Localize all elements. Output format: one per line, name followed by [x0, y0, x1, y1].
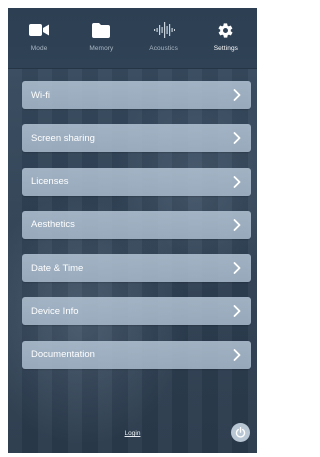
power-icon — [235, 427, 246, 438]
chevron-right-icon — [232, 261, 242, 275]
menu-item-device-info[interactable]: Device Info — [22, 297, 251, 326]
tab-mode-label: Mode — [30, 45, 48, 52]
menu-item-screen-sharing[interactable]: Screen sharing — [22, 124, 251, 153]
chevron-right-icon — [232, 88, 242, 102]
chevron-right-icon — [232, 348, 242, 362]
settings-menu: Wi-fi Screen sharing Licenses Aesthetics… — [22, 81, 251, 384]
settings-screen: Mode Memory Acoustics Settings Wi-fi Scr… — [8, 8, 257, 453]
menu-item-label: Licenses — [31, 176, 69, 188]
tab-memory-label: Memory — [89, 45, 114, 52]
tab-mode[interactable]: Mode — [8, 8, 70, 68]
login-link[interactable]: Login — [8, 430, 257, 437]
power-button[interactable] — [231, 423, 250, 442]
menu-item-label: Documentation — [31, 349, 95, 361]
chevron-right-icon — [232, 131, 242, 145]
top-navigation: Mode Memory Acoustics Settings — [8, 8, 257, 69]
menu-item-label: Date & Time — [31, 262, 84, 274]
menu-item-label: Aesthetics — [31, 219, 75, 231]
tab-settings[interactable]: Settings — [195, 8, 257, 68]
tab-acoustics[interactable]: Acoustics — [133, 8, 195, 68]
tab-memory[interactable]: Memory — [70, 8, 132, 68]
menu-item-date-time[interactable]: Date & Time — [22, 254, 251, 283]
tab-settings-label: Settings — [213, 45, 239, 52]
gear-icon — [215, 20, 237, 40]
chevron-right-icon — [232, 304, 242, 318]
waveform-icon — [153, 20, 175, 40]
folder-icon — [90, 20, 112, 40]
chevron-right-icon — [232, 175, 242, 189]
menu-item-label: Screen sharing — [31, 132, 95, 144]
menu-item-label: Wi-fi — [31, 89, 50, 101]
menu-item-licenses[interactable]: Licenses — [22, 167, 251, 196]
menu-item-label: Device Info — [31, 305, 79, 317]
menu-item-wifi[interactable]: Wi-fi — [22, 81, 251, 109]
menu-item-aesthetics[interactable]: Aesthetics — [22, 210, 251, 239]
tab-acoustics-label: Acoustics — [149, 45, 178, 52]
chevron-right-icon — [232, 218, 242, 232]
camera-icon — [28, 20, 50, 40]
menu-item-documentation[interactable]: Documentation — [22, 340, 251, 369]
